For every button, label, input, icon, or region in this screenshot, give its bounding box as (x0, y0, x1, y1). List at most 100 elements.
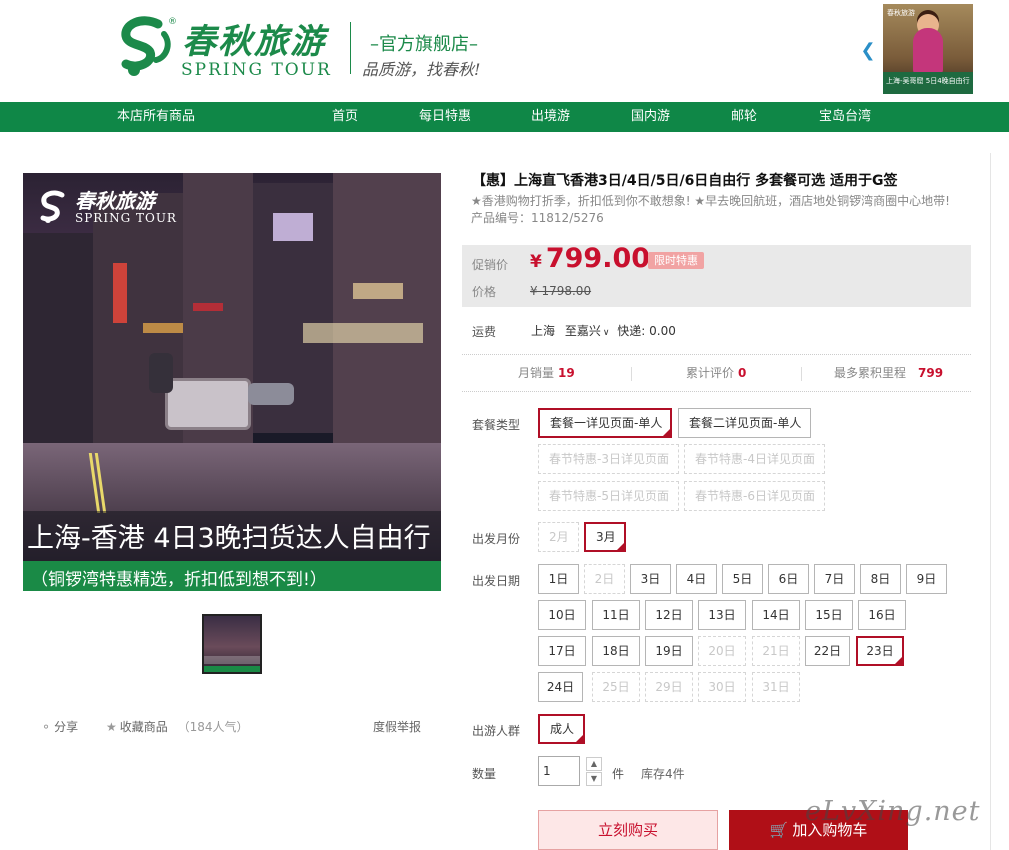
favorite-button[interactable]: ★ 收藏商品 （184人气） (106, 718, 249, 736)
share-label: 分享 (54, 720, 79, 734)
date-option[interactable]: 5日 (722, 564, 763, 594)
month-option-mar[interactable]: 3月 (584, 522, 626, 552)
product-thumbnail[interactable] (202, 614, 262, 674)
chevron-left-icon[interactable]: ❮ (860, 40, 876, 62)
product-main-image[interactable]: 春秋旅游 SPRING TOUR 上海-香港 4日3晚扫货达人自由行 （铜锣湾特… (23, 173, 441, 591)
date-option[interactable]: 19日 (645, 636, 693, 666)
date-option[interactable]: 9日 (906, 564, 947, 594)
package-option-1[interactable]: 套餐一详见页面-单人 (538, 408, 672, 438)
date-option[interactable]: 18日 (592, 636, 640, 666)
product-code-label: 产品编号： (471, 211, 532, 225)
ship-destination-select[interactable]: 至嘉兴 ∨ (565, 324, 610, 338)
popularity-count: （184人气） (177, 720, 249, 734)
date-option: 2日 (584, 564, 625, 594)
date-option[interactable]: 11日 (592, 600, 640, 630)
image-subcaption: （铜锣湾特惠精选，折扣低到想不到!） (31, 570, 327, 590)
package-option-2[interactable]: 套餐二详见页面-单人 (678, 408, 811, 438)
date-option[interactable]: 13日 (698, 600, 746, 630)
brand-name-en: SPRING TOUR (181, 60, 332, 80)
package-option-5: 春节特惠-5日详见页面 (538, 481, 679, 511)
nav-cruise[interactable]: 邮轮 (731, 102, 757, 132)
package-option-4: 春节特惠-4日详见页面 (684, 444, 825, 474)
nav-domestic[interactable]: 国内游 (631, 102, 670, 132)
main-nav: 本店所有商品 首页 每日特惠 出境游 国内游 邮轮 宝岛台湾 (0, 102, 1009, 132)
original-price: ¥ 1798.00 (530, 284, 592, 298)
product-title: 【惠】上海直飞香港3日/4日/5日/6日自由行 多套餐可选 适用于G签 (472, 173, 898, 189)
traveler-option-adult[interactable]: 成人 (538, 714, 585, 744)
image-logo-en: SPRING TOUR (75, 211, 177, 225)
date-option[interactable]: 15日 (805, 600, 853, 630)
brand-name-cn[interactable]: 春秋旅游 (182, 14, 326, 63)
image-logo-cn: 春秋旅游 (75, 189, 155, 213)
shipping-label: 运费 (472, 325, 497, 339)
nav-taiwan[interactable]: 宝岛台湾 (819, 102, 871, 132)
ad-logo: 春秋旅游 (887, 9, 915, 17)
nav-home[interactable]: 首页 (332, 102, 358, 132)
package-type-label: 套餐类型 (472, 418, 521, 432)
date-option[interactable]: 12日 (645, 600, 693, 630)
traveler-type-label: 出游人群 (472, 724, 521, 738)
store-title: –官方旗舰店– (370, 34, 478, 55)
watermark: eLvXing.net (805, 796, 981, 827)
package-option-3: 春节特惠-3日详见页面 (538, 444, 679, 474)
date-option[interactable]: 8日 (860, 564, 901, 594)
spring-tour-logo-icon (36, 189, 72, 225)
store-slogan: 品质游，找春秋! (362, 60, 481, 79)
header-ad-banner[interactable]: 春秋旅游 上海-吴哥窟 5日4晚自由行 (883, 4, 973, 94)
ship-from: 上海 (531, 324, 556, 338)
product-subtitle: ★香港购物打折季，折扣低到你不敢想象! ★早去晚回航班，酒店地处铜锣湾商圈中心地… (471, 194, 950, 208)
registered-mark: ® (168, 17, 177, 27)
date-option: 29日 (645, 672, 693, 702)
date-option: 31日 (752, 672, 800, 702)
store-header: ® 春秋旅游 SPRING TOUR –官方旗舰店– 品质游，找春秋! ❮ 春秋… (0, 0, 1009, 102)
package-option-6: 春节特惠-6日详见页面 (684, 481, 825, 511)
share-button[interactable]: ⚬ 分享 (41, 718, 78, 736)
report-link[interactable]: 度假举报 (373, 718, 421, 736)
sales-stats: 月销量 19 累计评价 0 最多累积里程 799 (462, 354, 971, 392)
review-count[interactable]: 累计评价 0 (686, 355, 746, 391)
quantity-increase-button[interactable]: ▲ (586, 757, 602, 771)
buy-now-button[interactable]: 立刻购买 (538, 810, 718, 850)
nav-outbound[interactable]: 出境游 (531, 102, 570, 132)
promo-price: ¥799.00 (530, 243, 650, 274)
departure-month-label: 出发月份 (472, 532, 521, 546)
quantity-label: 数量 (472, 767, 497, 781)
stock-count: 库存4件 (641, 767, 685, 781)
chevron-down-icon: ∨ (602, 328, 610, 338)
date-option[interactable]: 3日 (630, 564, 671, 594)
star-icon: ★ (106, 720, 117, 734)
logo-divider (350, 22, 351, 74)
monthly-sales: 月销量 19 (518, 366, 575, 380)
date-option[interactable]: 1日 (538, 564, 579, 594)
max-points: 最多累积里程 799 (834, 366, 944, 380)
quantity-decrease-button[interactable]: ▼ (586, 772, 602, 786)
ad-caption: 上海-吴哥窟 5日4晚自由行 (886, 77, 970, 85)
date-option[interactable]: 23日 (856, 636, 904, 666)
product-code-value: 11812/5276 (531, 211, 604, 225)
month-option-feb: 2月 (538, 522, 579, 552)
date-option[interactable]: 10日 (538, 600, 586, 630)
shipping-info: 上海 至嘉兴 ∨ 快递: 0.00 (531, 322, 676, 339)
promo-price-value: 799.00 (545, 243, 651, 274)
date-option[interactable]: 17日 (538, 636, 586, 666)
date-option[interactable]: 4日 (676, 564, 717, 594)
date-option[interactable]: 7日 (814, 564, 855, 594)
date-option: 21日 (752, 636, 800, 666)
cart-icon: 🛒 (769, 821, 789, 839)
nav-all-products[interactable]: 本店所有商品 (117, 102, 195, 132)
date-option[interactable]: 6日 (768, 564, 809, 594)
content-border (990, 153, 991, 850)
date-option[interactable]: 16日 (858, 600, 906, 630)
date-option: 20日 (698, 636, 746, 666)
ship-method: 快递: 0.00 (617, 324, 676, 338)
share-icon: ⚬ (41, 720, 52, 734)
original-price-label: 价格 (472, 285, 497, 299)
date-option[interactable]: 24日 (538, 672, 583, 702)
currency-symbol: ¥ (530, 252, 542, 272)
date-option[interactable]: 14日 (752, 600, 800, 630)
quantity-input[interactable] (538, 756, 580, 786)
nav-daily-deals[interactable]: 每日特惠 (419, 102, 471, 132)
quantity-unit: 件 (612, 767, 625, 781)
favorite-label: 收藏商品 (119, 720, 168, 734)
date-option[interactable]: 22日 (805, 636, 850, 666)
